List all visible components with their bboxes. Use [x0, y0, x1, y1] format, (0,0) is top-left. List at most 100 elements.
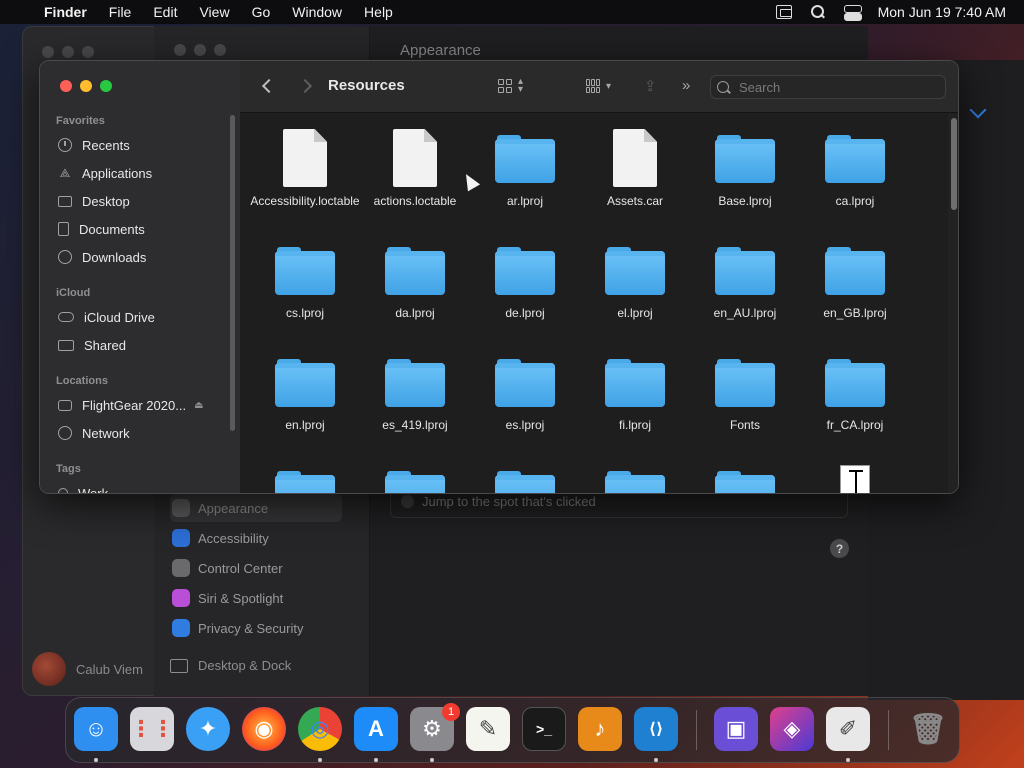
file-item[interactable]: Accessibility.loctable — [250, 129, 360, 209]
menu-clock[interactable]: Mon Jun 19 7:40 AM — [878, 4, 1006, 20]
folder-item[interactable]: es.lproj — [470, 353, 580, 433]
folder-item[interactable]: fi.lproj — [580, 353, 690, 433]
sidebar-item-tag-work[interactable]: Work — [58, 482, 109, 494]
jump-to-spot-label: Jump to the spot that's clicked — [422, 494, 596, 509]
eject-icon[interactable]: ⏏ — [194, 400, 203, 411]
settings-item-appearance[interactable]: Appearance — [170, 494, 342, 522]
search-field[interactable]: Search — [710, 75, 946, 99]
folder-item[interactable]: es_419.lproj — [360, 353, 470, 433]
sidebar-item-network[interactable]: Network — [58, 422, 130, 444]
sidebar-item-label: Shared — [84, 337, 126, 353]
settings-item-control-center[interactable]: Control Center — [170, 554, 342, 582]
close-button[interactable] — [60, 80, 72, 92]
search-icon — [717, 81, 729, 93]
folder-item[interactable]: el.lproj — [580, 241, 690, 321]
folder-title: Resources — [328, 77, 405, 94]
folder-item[interactable]: en_AU.lproj — [690, 241, 800, 321]
sidebar-item-downloads[interactable]: Downloads — [58, 246, 146, 268]
folder-item[interactable]: ar.lproj — [470, 129, 580, 209]
settings-item-desktop-dock[interactable]: Desktop & Dock — [170, 658, 291, 673]
more-toolbar-icon[interactable]: » — [682, 77, 690, 95]
dock-garageband[interactable]: ♪ — [578, 707, 622, 751]
file-grid-scrollbar[interactable] — [948, 114, 958, 493]
avatar — [32, 652, 66, 686]
dock-textedit[interactable]: ✎ — [466, 707, 510, 751]
settings-item-siri-spotlight[interactable]: Siri & Spotlight — [170, 584, 342, 612]
share-icon[interactable]: ⇪ — [644, 77, 657, 95]
safari-icon: ✦ — [198, 716, 218, 741]
sidebar-item-shared[interactable]: Shared — [58, 334, 126, 356]
folder-item[interactable]: Fonts — [690, 353, 800, 433]
settings-item-accessibility[interactable]: Accessibility — [170, 524, 342, 552]
folder-item[interactable]: ca.lproj — [800, 129, 910, 209]
dock-trash[interactable]: 🗑 — [906, 707, 950, 751]
folder-item[interactable] — [470, 465, 580, 493]
scrollbar-thumb[interactable] — [951, 118, 957, 210]
minimize-button[interactable] — [80, 80, 92, 92]
spotlight-search-icon[interactable] — [810, 5, 826, 19]
sidebar-item-documents[interactable]: Documents — [58, 218, 145, 240]
sidebar-item-label: Recents — [82, 137, 130, 153]
sidebar-item-applications[interactable]: ⟁ Applications — [58, 162, 152, 184]
menu-view[interactable]: View — [199, 4, 229, 20]
sidebar-scrollbar[interactable] — [230, 115, 235, 431]
sidebar-item-icloud-drive[interactable]: iCloud Drive — [58, 306, 155, 328]
folder-item[interactable]: fr_CA.lproj — [800, 353, 910, 433]
dock-apple-configurator[interactable]: ▣ — [714, 707, 758, 751]
dock-vscode[interactable]: ⟨⟩ — [634, 707, 678, 751]
screen-mirroring-icon[interactable] — [775, 5, 792, 19]
settings-item-label: Desktop & Dock — [198, 658, 292, 673]
folder-item[interactable] — [360, 465, 470, 493]
folder-icon — [825, 245, 885, 295]
finder-window: Favorites Recents ⟁ Applications Desktop… — [39, 60, 959, 494]
folder-item[interactable]: da.lproj — [360, 241, 470, 321]
dock-script-editor[interactable]: ✐ — [826, 707, 870, 751]
menu-file[interactable]: File — [109, 4, 132, 20]
control-center-icon[interactable] — [843, 5, 862, 21]
forward-button[interactable] — [294, 77, 314, 97]
dock-terminal[interactable]: >_ — [522, 707, 566, 751]
sidebar-item-recents[interactable]: Recents — [58, 134, 130, 156]
download-icon — [58, 250, 72, 264]
dock-safari[interactable]: ✦ — [186, 707, 230, 751]
help-button[interactable]: ? — [830, 539, 849, 558]
folder-item[interactable] — [690, 465, 800, 493]
dock-firefox[interactable]: ◉ — [242, 707, 286, 751]
settings-item-privacy-security[interactable]: Privacy & Security — [170, 614, 342, 642]
folder-item[interactable] — [250, 465, 360, 493]
view-mode-button[interactable]: ▴ ▾ — [498, 77, 523, 95]
group-by-button[interactable]: ▾ — [586, 77, 611, 95]
file-name: Accessibility.loctable — [250, 194, 360, 208]
sidebar-item-flightgear[interactable]: FlightGear 2020... ⏏ — [58, 394, 204, 416]
user-account-row[interactable]: Calub Viem — [32, 652, 143, 686]
dock-app-store[interactable]: A — [354, 707, 398, 751]
dock-chrome[interactable]: ◎ — [298, 707, 342, 751]
folder-item[interactable]: cs.lproj — [250, 241, 360, 321]
menu-help[interactable]: Help — [364, 4, 393, 20]
folder-item[interactable]: en_GB.lproj — [800, 241, 910, 321]
menu-go[interactable]: Go — [252, 4, 271, 20]
globe-icon — [58, 426, 72, 440]
file-name: en_GB.lproj — [823, 306, 887, 320]
folder-item[interactable]: Base.lproj — [690, 129, 800, 209]
file-name: fr_CA.lproj — [826, 418, 884, 432]
dock-launchpad[interactable]: ⋮⋮ — [130, 707, 174, 751]
sidebar-item-desktop[interactable]: Desktop — [58, 190, 130, 212]
dock-finder[interactable]: ☺ — [74, 707, 118, 751]
dock-system-settings[interactable]: ⚙ 1 — [410, 703, 460, 751]
shared-folder-icon — [58, 339, 74, 351]
file-item[interactable]: actions.loctable — [360, 129, 470, 209]
folder-item[interactable]: de.lproj — [470, 241, 580, 321]
sidebar-item-label: Work — [78, 485, 109, 494]
radio-button[interactable] — [401, 495, 414, 508]
menu-window[interactable]: Window — [292, 4, 342, 20]
dock-shortcuts[interactable]: ◈ — [770, 707, 814, 751]
search-placeholder: Search — [739, 79, 781, 95]
zoom-button[interactable] — [100, 80, 112, 92]
folder-item[interactable] — [580, 465, 690, 493]
menu-edit[interactable]: Edit — [153, 4, 177, 20]
menu-app-name[interactable]: Finder — [44, 4, 87, 20]
back-button[interactable] — [258, 77, 278, 97]
file-item[interactable]: Assets.car — [580, 129, 690, 209]
folder-item[interactable]: en.lproj — [250, 353, 360, 433]
